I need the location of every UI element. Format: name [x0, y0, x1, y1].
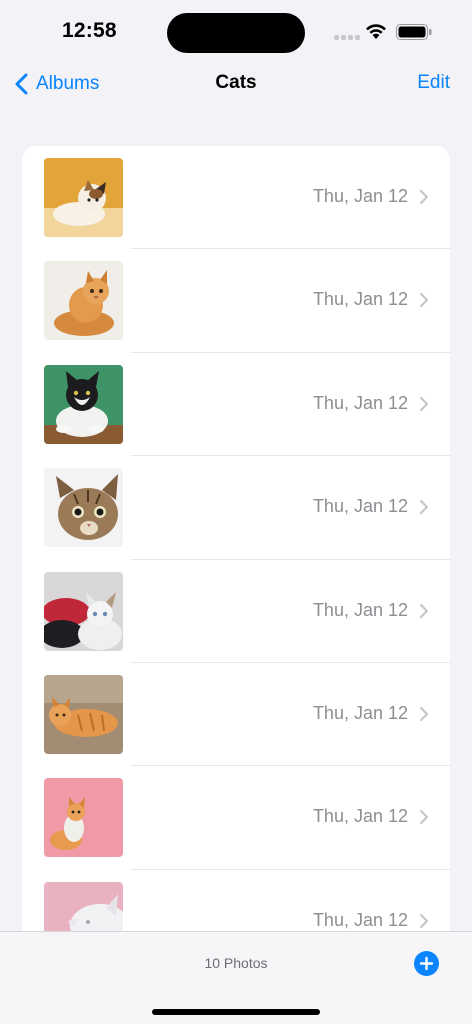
photo-row[interactable]: Thu, Jan 12 [22, 456, 450, 560]
photo-date: Thu, Jan 12 [312, 702, 408, 723]
photo-date: Thu, Jan 12 [312, 289, 408, 310]
photo-count: 10 Photos [204, 955, 268, 971]
chevron-right-icon [419, 189, 429, 205]
plus-icon [419, 956, 434, 971]
photo-date: Thu, Jan 12 [312, 496, 408, 517]
calico-kitten-photo [44, 158, 123, 237]
status-time: 12:58 [62, 19, 117, 42]
ginger-kitten-pink-photo [44, 778, 123, 858]
photo-date: Thu, Jan 12 [312, 909, 408, 930]
photo-row[interactable]: Thu, Jan 12 [22, 766, 450, 870]
photo-row[interactable]: Thu, Jan 12 [22, 353, 450, 457]
screen: 12:58 Albums Cats Edit Thu, Jan 12 Thu, … [0, 0, 472, 1024]
chevron-right-icon [419, 706, 429, 722]
edit-button[interactable]: Edit [417, 72, 450, 94]
home-indicator [152, 1009, 320, 1015]
chevron-right-icon [419, 292, 429, 308]
orange-cat-photo [44, 261, 123, 341]
tuxedo-cat-photo [44, 364, 123, 444]
photo-row[interactable]: Thu, Jan 12 [22, 249, 450, 353]
wifi-icon [365, 22, 387, 40]
photo-date: Thu, Jan 12 [312, 186, 408, 206]
white-kitten-photo [44, 571, 123, 651]
chevron-right-icon [419, 499, 429, 515]
tabby-cat-photo [44, 468, 123, 548]
photo-row[interactable]: Thu, Jan 12 [22, 560, 450, 663]
photo-row[interactable]: Thu, Jan 12 [22, 663, 450, 767]
photo-row[interactable]: Thu, Jan 12 [22, 146, 450, 250]
chevron-right-icon [419, 913, 429, 929]
dynamic-island [167, 13, 305, 53]
photo-list: Thu, Jan 12 Thu, Jan 12 Thu, Jan 12 Thu,… [22, 146, 450, 966]
status-bar: 12:58 [0, 0, 472, 60]
ginger-cat-lying-photo [44, 674, 123, 754]
photo-date: Thu, Jan 12 [312, 392, 408, 413]
add-button[interactable] [414, 951, 439, 976]
chevron-right-icon [419, 809, 429, 825]
chevron-right-icon [419, 603, 429, 619]
chevron-right-icon [419, 396, 429, 412]
photo-date: Thu, Jan 12 [312, 599, 408, 620]
cellular-signal-icon [334, 35, 360, 41]
photo-date: Thu, Jan 12 [312, 806, 408, 827]
navigation-bar: Albums Cats Edit [0, 60, 472, 108]
page-title: Cats [215, 72, 257, 93]
battery-icon [396, 24, 432, 40]
bottom-toolbar: 10 Photos [0, 931, 472, 1024]
